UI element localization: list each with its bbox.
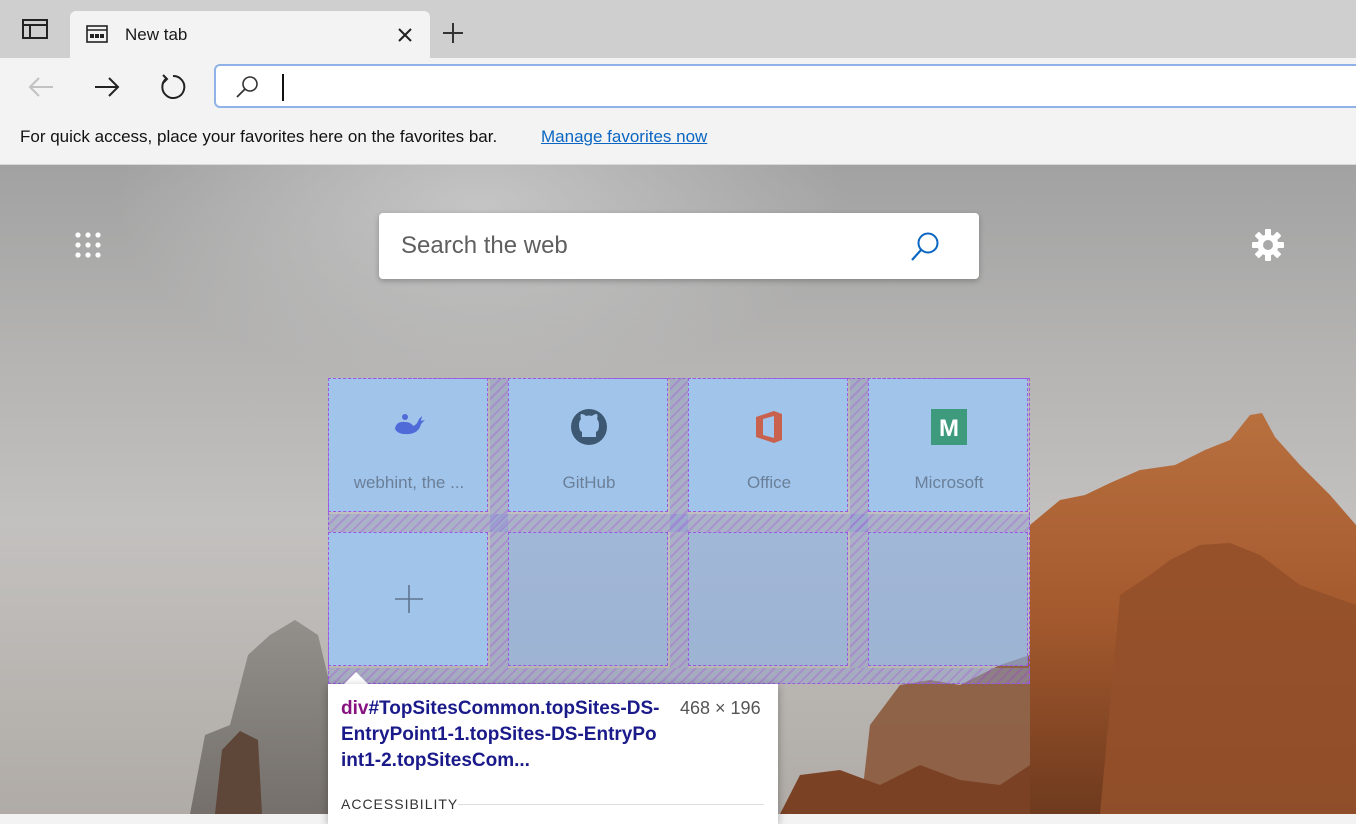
apps-grid-icon[interactable] xyxy=(70,227,106,263)
search-icon[interactable] xyxy=(907,229,943,265)
manage-favorites-link[interactable]: Manage favorites now xyxy=(541,127,707,147)
tooltip-arrow xyxy=(344,672,368,684)
tab-actions-icon xyxy=(22,19,48,39)
inspect-element-tooltip: div#TopSitesCommon.topSites-DS-EntryPoin… xyxy=(328,684,778,824)
element-selector: div#TopSitesCommon.topSites-DS-EntryPoin… xyxy=(341,696,661,774)
new-tab-page-icon xyxy=(86,25,108,43)
favorites-bar: For quick access, place your favorites h… xyxy=(0,116,1356,165)
tab-title: New tab xyxy=(125,25,188,44)
close-icon[interactable] xyxy=(393,23,417,47)
gear-icon[interactable] xyxy=(1248,225,1288,265)
forward-arrow-icon[interactable] xyxy=(92,72,122,102)
tab-new-tab[interactable]: New tab xyxy=(70,11,430,58)
favorites-bar-message: For quick access, place your favorites h… xyxy=(20,127,498,146)
refresh-icon[interactable] xyxy=(158,72,188,102)
element-dimensions: 468 × 196 xyxy=(680,698,761,718)
tab-actions-button[interactable] xyxy=(0,0,70,58)
element-id-classes: #TopSitesCommon.topSites-DS-EntryPoint1-… xyxy=(341,698,660,771)
text-caret xyxy=(282,74,284,101)
tab-strip: New tab xyxy=(0,0,1356,58)
element-tag: div xyxy=(341,698,369,719)
address-input[interactable] xyxy=(278,70,1342,104)
new-tab-plus-icon[interactable] xyxy=(440,20,466,46)
web-search-input[interactable] xyxy=(399,227,903,265)
divider xyxy=(458,804,764,805)
accessibility-section-label: ACCESSIBILITY xyxy=(341,796,459,812)
search-icon xyxy=(236,76,258,98)
back-arrow-icon[interactable] xyxy=(26,72,56,102)
web-search-box[interactable] xyxy=(379,213,979,279)
inspect-highlight-outline xyxy=(328,378,1030,684)
navigation-toolbar xyxy=(0,58,1356,116)
address-bar[interactable] xyxy=(214,64,1356,108)
